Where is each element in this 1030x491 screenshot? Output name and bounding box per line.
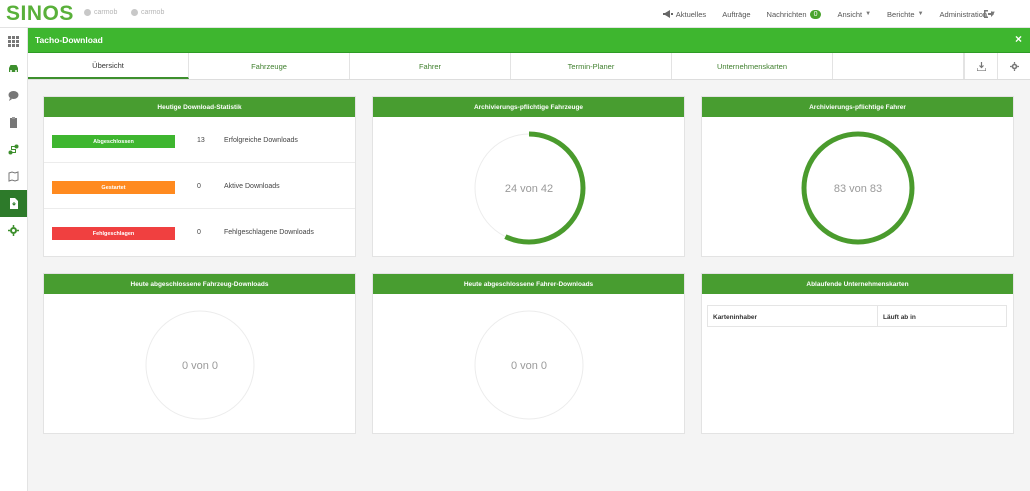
nav-berichte[interactable]: Berichte ▼ bbox=[887, 10, 923, 19]
tab-fahrzeuge[interactable]: Fahrzeuge bbox=[189, 53, 350, 79]
download-button[interactable] bbox=[964, 53, 997, 79]
download-icon bbox=[976, 61, 986, 71]
ring-value-text: 0 von 0 bbox=[181, 360, 219, 372]
ring-value-text: 83 von 83 bbox=[833, 183, 883, 195]
panel-vehicle-downloads: Heute abgeschlossene Fahrzeug-Downloads … bbox=[43, 273, 356, 434]
panel-archive-vehicles: Archivierungs-pflichtige Fahrzeuge 24 vo… bbox=[372, 96, 685, 257]
sidebar-item-routes[interactable] bbox=[0, 136, 27, 163]
status-badge-completed: Abgeschlossen bbox=[52, 135, 175, 148]
route-icon bbox=[8, 144, 19, 155]
stat-label: Erfolgreiche Downloads bbox=[224, 137, 298, 144]
tab-spacer bbox=[833, 53, 964, 79]
panel-download-stats: Heutige Download-Statistik Abgeschlossen… bbox=[43, 96, 356, 257]
panel-archive-drivers: Archivierungs-pflichtige Fahrer 83 von 8… bbox=[701, 96, 1014, 257]
ring-value-text: 24 von 42 bbox=[504, 183, 554, 195]
logo[interactable]: SINOS bbox=[6, 3, 74, 25]
document-download-icon bbox=[10, 198, 18, 209]
panel-driver-downloads: Heute abgeschlossene Fahrer-Downloads 0 … bbox=[372, 273, 685, 434]
stat-count: 13 bbox=[197, 137, 205, 144]
stat-label: Fehlgeschlagene Downloads bbox=[224, 229, 314, 236]
sidebar-item-messages[interactable] bbox=[0, 82, 27, 109]
app-title-bar: Tacho-Download × bbox=[28, 28, 1030, 53]
nav-nachrichten[interactable]: Nachrichten 0 bbox=[767, 9, 822, 19]
top-nav: Aktuelles Aufträge Nachrichten 0 Ansicht… bbox=[662, 0, 996, 28]
messages-count-badge: 0 bbox=[809, 9, 822, 19]
clipboard-icon bbox=[10, 117, 17, 128]
settings-button[interactable] bbox=[997, 53, 1030, 79]
panel-expiring-cards: Ablaufende Unternehmenskarten Karteninha… bbox=[701, 273, 1014, 434]
stat-count: 0 bbox=[197, 183, 201, 190]
status-badge-started: Gestartet bbox=[52, 181, 175, 194]
user-menu-1[interactable]: carmob bbox=[84, 9, 117, 16]
tab-unternehmenskarten[interactable]: Unternehmenskarten bbox=[672, 53, 833, 79]
user-icon bbox=[131, 9, 138, 16]
user-name-2: carmob bbox=[141, 9, 165, 16]
status-badge-failed: Fehlgeschlagen bbox=[52, 227, 175, 240]
close-icon[interactable]: × bbox=[1015, 32, 1022, 46]
nav-ansicht[interactable]: Ansicht ▼ bbox=[837, 10, 871, 19]
stat-row-started: Gestartet 0 Aktive Downloads bbox=[44, 163, 355, 209]
gear-icon bbox=[8, 225, 19, 236]
sidebar-item-tacho-download[interactable] bbox=[0, 190, 27, 217]
top-bar: SINOS carmob carmob Aktuelles Aufträge N… bbox=[0, 0, 1030, 28]
chat-icon bbox=[8, 91, 19, 101]
caret-down-icon: ▼ bbox=[865, 11, 872, 17]
sidebar-item-clipboard[interactable] bbox=[0, 109, 27, 136]
page-title: Tacho-Download bbox=[35, 35, 103, 45]
cards-table-header: Karteninhaber Läuft ab in bbox=[707, 305, 1007, 327]
panel-title: Archivierungs-pflichtige Fahrer bbox=[702, 97, 1013, 117]
user-icon bbox=[84, 9, 91, 16]
tab-bar: Übersicht Fahrzeuge Fahrer Termin-Planer… bbox=[28, 53, 1030, 80]
column-header-card-holder[interactable]: Karteninhaber bbox=[708, 306, 878, 326]
caret-down-icon: ▼ bbox=[917, 11, 924, 17]
user-menu-2[interactable]: carmob bbox=[131, 9, 164, 16]
stat-row-failed: Fehlgeschlagen 0 Fehlgeschlagene Downloa… bbox=[44, 209, 355, 255]
tab-uebersicht[interactable]: Übersicht bbox=[28, 53, 189, 79]
panel-title: Heute abgeschlossene Fahrzeug-Downloads bbox=[44, 274, 355, 294]
tab-termin-planer[interactable]: Termin-Planer bbox=[511, 53, 672, 79]
column-header-expires-in[interactable]: Läuft ab in bbox=[878, 306, 1006, 326]
panel-title: Ablaufende Unternehmenskarten bbox=[702, 274, 1013, 294]
nav-aktuelles[interactable]: Aktuelles bbox=[662, 10, 706, 19]
stat-row-completed: Abgeschlossen 13 Erfolgreiche Downloads bbox=[44, 117, 355, 163]
nav-auftraege[interactable]: Aufträge bbox=[722, 10, 750, 19]
sidebar-item-apps[interactable] bbox=[0, 28, 27, 55]
gear-icon bbox=[1009, 61, 1019, 71]
stat-count: 0 bbox=[197, 229, 201, 236]
panel-title: Heutige Download-Statistik bbox=[44, 97, 355, 117]
megaphone-icon bbox=[662, 10, 673, 18]
car-icon bbox=[9, 65, 18, 72]
tab-fahrer[interactable]: Fahrer bbox=[350, 53, 511, 79]
ring-value-text: 0 von 0 bbox=[510, 360, 548, 372]
sidebar bbox=[0, 28, 28, 491]
sidebar-item-map[interactable] bbox=[0, 163, 27, 190]
panel-title: Heute abgeschlossene Fahrer-Downloads bbox=[373, 274, 684, 294]
stat-label: Aktive Downloads bbox=[224, 183, 280, 190]
map-icon bbox=[8, 171, 19, 182]
sidebar-item-settings[interactable] bbox=[0, 217, 27, 244]
user-name-1: carmob bbox=[94, 9, 118, 16]
grid-icon bbox=[8, 36, 19, 47]
sidebar-item-vehicles[interactable] bbox=[0, 55, 27, 82]
panel-title: Archivierungs-pflichtige Fahrzeuge bbox=[373, 97, 684, 117]
logout-icon[interactable] bbox=[983, 9, 994, 19]
